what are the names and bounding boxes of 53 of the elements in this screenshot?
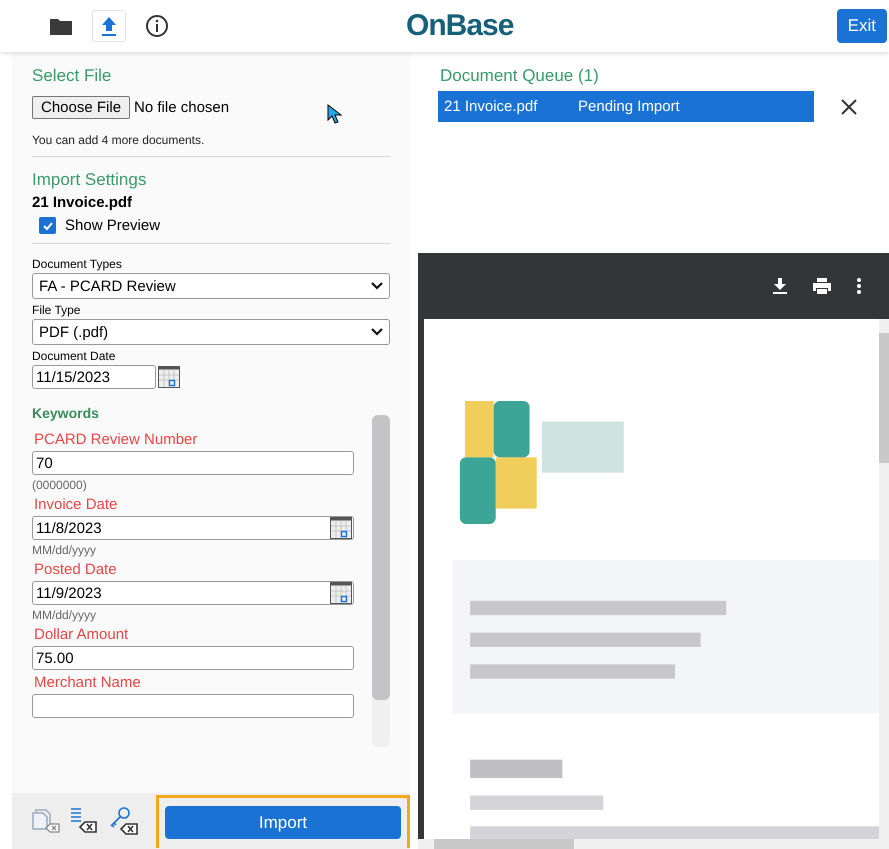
- section-title: Keywords: [32, 405, 100, 421]
- calendar-icon[interactable]: [330, 582, 352, 604]
- text-field[interactable]: 70: [32, 451, 354, 475]
- download-icon[interactable]: [772, 277, 788, 295]
- info-icon: [145, 14, 169, 38]
- section-title: Document Queue (1): [440, 66, 600, 86]
- dropdown[interactable]: FA - PCARD Review: [32, 273, 390, 299]
- keyword-label: Merchant Name: [34, 674, 142, 691]
- queue-item[interactable]: 21 Invoice.pdf Pending Import: [438, 91, 814, 122]
- choose-file-button[interactable]: Choose File: [32, 96, 130, 118]
- upload-button[interactable]: [92, 10, 126, 42]
- field-label: Document Date: [32, 349, 116, 363]
- section-title: Select File: [32, 66, 112, 86]
- dropdown[interactable]: PDF (.pdf): [32, 319, 390, 345]
- clear-keys-icon[interactable]: [108, 806, 138, 836]
- calendar-icon[interactable]: [158, 366, 180, 388]
- import-button[interactable]: Import: [165, 806, 401, 839]
- folder-icon: [49, 16, 73, 36]
- format-hint: MM/dd/yyyy: [32, 543, 98, 557]
- exit-button[interactable]: Exit: [836, 9, 887, 43]
- keyword-label: Dollar Amount: [34, 626, 130, 643]
- checkbox-label: Show Preview: [65, 217, 160, 234]
- keyword-label: Posted Date: [34, 561, 118, 578]
- chevron-down-icon: [371, 328, 383, 336]
- scrollbar[interactable]: [879, 319, 889, 839]
- text-field[interactable]: [32, 694, 354, 718]
- format-hint: (0000000): [32, 478, 88, 492]
- close-icon[interactable]: [840, 98, 858, 116]
- section-title: Import Settings: [32, 170, 148, 190]
- file-name: 21 Invoice.pdf: [32, 194, 134, 211]
- checkbox[interactable]: [39, 217, 56, 234]
- chevron-down-icon: [371, 282, 383, 290]
- field-label: Document Types: [32, 257, 123, 271]
- clear-list-icon[interactable]: [70, 806, 98, 836]
- text-field[interactable]: 75.00: [32, 646, 354, 670]
- format-hint: MM/dd/yyyy: [32, 608, 98, 622]
- print-icon[interactable]: [812, 277, 832, 295]
- calendar-icon[interactable]: [330, 517, 352, 539]
- mouse-cursor-icon: [327, 104, 344, 124]
- more-options-icon[interactable]: [856, 277, 862, 295]
- documents-hint: You can add 4 more documents.: [32, 133, 206, 147]
- date-field[interactable]: 11/8/2023: [32, 516, 354, 540]
- date-field[interactable]: 11/9/2023: [32, 581, 354, 605]
- scrollbar[interactable]: [372, 415, 390, 747]
- field-label: File Type: [32, 303, 82, 317]
- keyword-label: PCARD Review Number: [34, 431, 198, 448]
- scrollbar[interactable]: [418, 839, 889, 849]
- upload-icon: [99, 15, 119, 37]
- file-status: No file chosen: [134, 98, 230, 116]
- date-field[interactable]: 11/15/2023: [32, 365, 156, 389]
- checkmark-icon: [42, 220, 54, 232]
- keyword-label: Invoice Date: [34, 496, 118, 513]
- onbase-logo: OnBase: [406, 9, 514, 43]
